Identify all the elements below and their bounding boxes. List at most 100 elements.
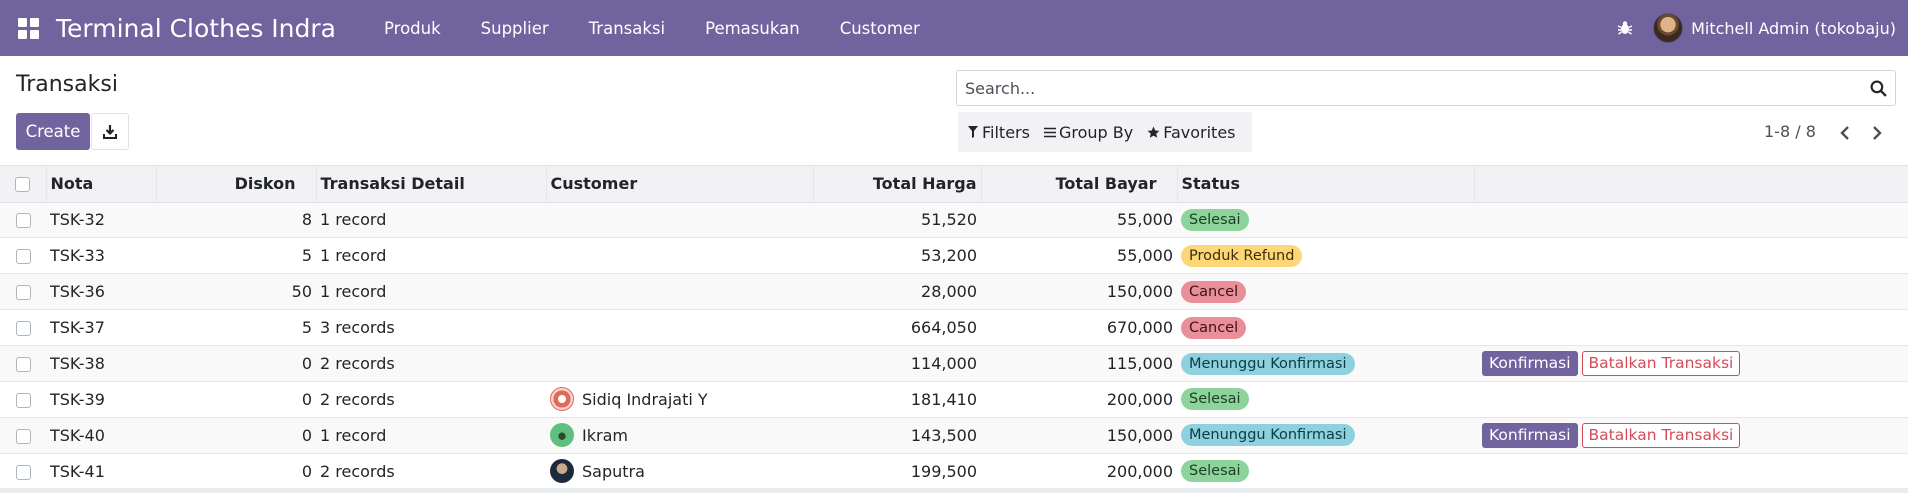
column-header-transaksi-detail[interactable]: Transaksi Detail <box>316 166 547 203</box>
cell-nota: TSK-37 <box>50 318 105 338</box>
search-icon[interactable] <box>1861 71 1895 105</box>
debug-bug-icon[interactable] <box>1597 0 1653 56</box>
status-badge: Menunggu Konfirmasi <box>1181 424 1355 447</box>
row-checkbox[interactable] <box>15 249 31 265</box>
table-row[interactable]: TSK-38 0 2 records 114,000 115,000 Menunggu K… <box>0 345 1908 382</box>
apps-menu-icon[interactable] <box>0 0 56 56</box>
status-badge: Selesai <box>1181 460 1249 483</box>
cell-customer <box>546 310 813 346</box>
column-header-status[interactable]: Status <box>1177 166 1475 203</box>
konfirmasi-button[interactable]: Konfirmasi <box>1482 351 1578 376</box>
cell-transaksi-detail: 2 records <box>320 389 395 409</box>
app-name[interactable]: Terminal Clothes Indra <box>56 14 336 43</box>
customer-name: Sidiq Indrajati Y <box>582 389 708 409</box>
row-checkbox[interactable] <box>15 392 31 408</box>
column-header-actions <box>1474 166 1908 203</box>
chevron-right-icon <box>1873 126 1882 140</box>
menu-item-customer[interactable]: Customer <box>820 19 940 38</box>
menu-item-produk[interactable]: Produk <box>364 19 461 38</box>
user-menu[interactable]: Mitchell Admin (tokobaju) <box>1653 13 1908 43</box>
table-row[interactable]: TSK-39 0 2 records Sidiq Indrajati Y 181,410… <box>0 381 1908 418</box>
cell-total-harga: 199,500 <box>910 461 977 481</box>
table-row[interactable]: TSK-41 0 2 records Saputra 199,500 200,000 Sel… <box>0 453 1908 490</box>
row-checkbox[interactable] <box>15 285 31 301</box>
row-checkbox[interactable] <box>15 428 31 444</box>
cell-total-bayar: 200,000 <box>1106 461 1173 481</box>
batalkan-transaksi-button[interactable]: Batalkan Transaksi <box>1581 422 1741 448</box>
cell-status: Produk Refund <box>1177 238 1474 274</box>
row-checkbox[interactable] <box>15 321 31 337</box>
column-header-total-harga[interactable]: Total Harga <box>813 166 982 203</box>
status-badge: Produk Refund <box>1181 244 1303 267</box>
customer-avatar <box>550 423 574 448</box>
chevron-left-icon <box>1840 126 1849 140</box>
page-title: Transaksi <box>16 72 118 97</box>
row-select-cell <box>0 381 46 417</box>
bottom-scroll-strip <box>0 488 1908 493</box>
row-checkbox[interactable] <box>15 357 31 372</box>
pager-value[interactable]: 1-8 / 8 <box>1764 122 1816 141</box>
cell-nota: TSK-32 <box>50 210 105 230</box>
table-row[interactable]: TSK-37 5 3 records 664,050 670,000 Cancel <box>0 309 1908 346</box>
table-row[interactable]: TSK-40 0 1 record Ikram 143,500 150,000 Menung… <box>0 417 1908 454</box>
search-input[interactable] <box>965 78 1861 98</box>
menu-item-transaksi[interactable]: Transaksi <box>569 19 685 38</box>
cell-actions: Konfirmasi Batalkan Transaksi <box>1474 417 1908 453</box>
cell-total-bayar: 55,000 <box>1117 246 1173 266</box>
table-row[interactable]: TSK-32 8 1 record 51,520 55,000 Selesai <box>0 202 1908 238</box>
cell-transaksi-detail: 1 record <box>320 425 387 445</box>
user-avatar <box>1653 13 1684 43</box>
cell-transaksi-detail: 3 records <box>320 318 395 338</box>
column-header-diskon[interactable]: Diskon <box>156 166 317 203</box>
cell-total-harga: 664,050 <box>910 318 977 338</box>
pager-next-button[interactable] <box>1862 118 1892 148</box>
cell-diskon: 8 <box>301 210 312 230</box>
download-icon <box>103 124 117 139</box>
select-all-checkbox[interactable] <box>15 177 31 193</box>
search-box <box>956 70 1896 106</box>
status-badge: Selesai <box>1181 208 1249 231</box>
row-checkbox[interactable] <box>15 213 31 229</box>
cell-customer <box>546 202 813 238</box>
create-button[interactable]: Create <box>16 113 90 150</box>
cell-transaksi-detail: 1 record <box>320 282 387 302</box>
batalkan-transaksi-button[interactable]: Batalkan Transaksi <box>1581 351 1741 376</box>
cell-total-bayar: 150,000 <box>1106 425 1173 445</box>
export-button[interactable] <box>91 113 129 150</box>
cell-nota: TSK-36 <box>50 282 105 302</box>
cell-total-harga: 143,500 <box>910 425 977 445</box>
cell-nota: TSK-33 <box>50 246 105 266</box>
column-header-total-bayar[interactable]: Total Bayar <box>981 166 1178 203</box>
control-panel: Transaksi Create Filters Group By Favori… <box>0 56 1908 165</box>
cell-customer: Saputra <box>546 453 813 489</box>
status-badge: Cancel <box>1181 316 1247 339</box>
table-row[interactable]: TSK-33 5 1 record 53,200 55,000 Produk Refund <box>0 237 1908 274</box>
customer-avatar <box>550 387 574 412</box>
table-row[interactable]: TSK-36 50 1 record 28,000 150,000 Cancel <box>0 273 1908 310</box>
cell-status: Selesai <box>1177 202 1474 238</box>
cell-customer <box>546 274 813 310</box>
status-badge: Menunggu Konfirmasi <box>1181 352 1355 375</box>
group-by-button[interactable]: Group By <box>1038 123 1141 142</box>
search-options: Filters Group By Favorites <box>958 112 1252 152</box>
pager-previous-button[interactable] <box>1830 118 1860 148</box>
cell-diskon: 0 <box>301 354 312 373</box>
cell-status: Cancel <box>1177 310 1474 346</box>
cell-total-harga: 28,000 <box>921 282 977 302</box>
column-header-nota[interactable]: Nota <box>46 166 157 203</box>
customer-name: Saputra <box>582 461 645 481</box>
filters-button[interactable]: Filters <box>962 123 1038 142</box>
cell-nota: TSK-40 <box>50 425 105 445</box>
cell-total-bayar: 670,000 <box>1106 318 1173 338</box>
cell-customer: Ikram <box>546 417 813 453</box>
cell-transaksi-detail: 2 records <box>320 461 395 481</box>
cell-actions: Konfirmasi Batalkan Transaksi <box>1474 346 1908 382</box>
row-checkbox[interactable] <box>15 464 31 480</box>
cell-actions <box>1474 238 1908 274</box>
konfirmasi-button[interactable]: Konfirmasi <box>1482 422 1578 448</box>
favorites-button[interactable]: Favorites <box>1141 123 1243 142</box>
menu-item-pemasukan[interactable]: Pemasukan <box>685 19 820 38</box>
menu-item-supplier[interactable]: Supplier <box>461 19 569 38</box>
cell-actions <box>1474 274 1908 310</box>
column-header-customer[interactable]: Customer <box>546 166 814 203</box>
